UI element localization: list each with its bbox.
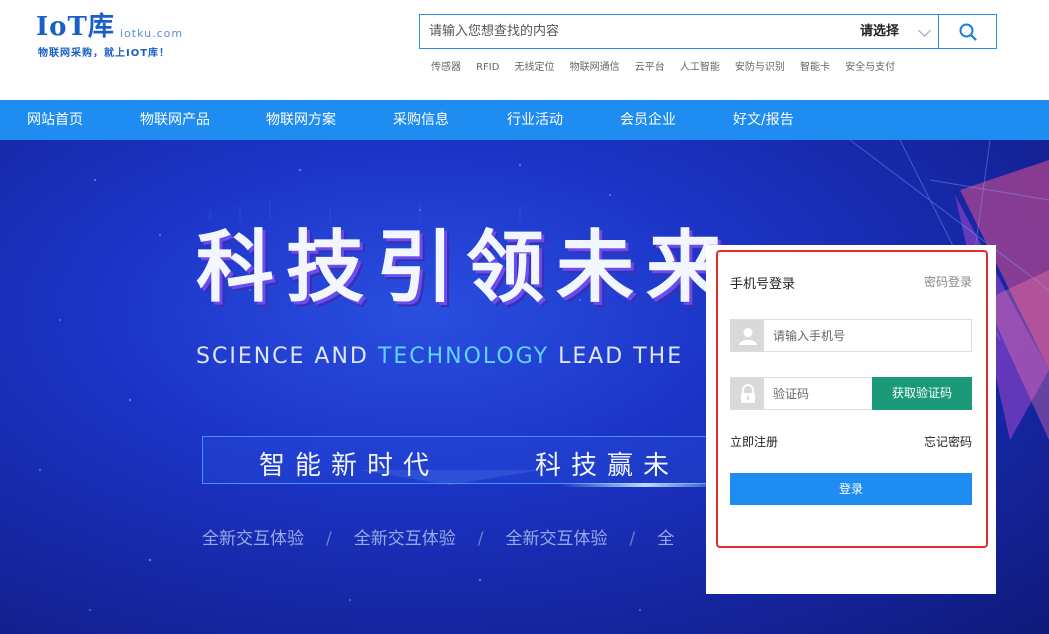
search-icon [959, 23, 977, 41]
hot-tag[interactable]: 物联网通信 [570, 62, 620, 73]
nav-item-products[interactable]: 物联网产品 [140, 100, 210, 140]
user-icon [731, 320, 764, 351]
page: IoT库 iotku.com 物联网采购，就上IOT库！ 请选择 传感器 RFI… [0, 0, 1049, 634]
banner-tagline-box: 智能新时代 科技赢未 [202, 436, 722, 484]
password-login-link[interactable]: 密码登录 [924, 273, 972, 290]
hot-tag[interactable]: 安防与识别 [735, 62, 785, 73]
site-logo[interactable]: IoT库 iotku.com 物联网采购，就上IOT库！ [36, 12, 196, 62]
login-button[interactable]: 登录 [730, 473, 972, 505]
hot-tag[interactable]: 安全与支付 [845, 62, 895, 73]
search-button[interactable] [938, 15, 996, 48]
logo-wordmark: IoT库 [36, 12, 115, 42]
search-category-label: 请选择 [860, 24, 900, 39]
register-link[interactable]: 立即注册 [730, 433, 778, 450]
banner-feature: 全新交互体验 [353, 529, 456, 549]
phone-input[interactable] [764, 320, 971, 351]
site-header: IoT库 iotku.com 物联网采购，就上IOT库！ 请选择 传感器 RFI… [0, 0, 1049, 100]
nav-item-home[interactable]: 网站首页 [27, 100, 83, 140]
nav-item-reports[interactable]: 好文/报告 [733, 100, 794, 140]
banner-tagline-1: 智能新时代 [259, 451, 440, 481]
get-code-button[interactable]: 获取验证码 [872, 377, 972, 410]
hot-search-tags: 传感器 RFID 无线定位 物联网通信 云平台 人工智能 安防与识别 智能卡 安… [431, 55, 905, 73]
hot-tag[interactable]: 传感器 [431, 62, 461, 73]
search-input[interactable] [420, 15, 850, 48]
hot-tag[interactable]: 智能卡 [800, 62, 830, 73]
phone-field [730, 319, 972, 352]
nav-item-events[interactable]: 行业活动 [507, 100, 563, 140]
code-field: 获取验证码 [730, 377, 972, 410]
banner-subtitle: SCIENCE AND TECHNOLOGY LEAD THE [196, 344, 683, 369]
banner-separator: / [629, 529, 636, 549]
login-panel: 手机号登录 密码登录 获取验证码 立即注册 忘记密码 [706, 245, 996, 594]
banner-separator: / [326, 529, 332, 549]
banner-subtitle-prefix: SCIENCE AND [196, 344, 378, 369]
hot-tag[interactable]: RFID [476, 62, 499, 73]
banner-feature: 全新交互体验 [202, 529, 304, 549]
hot-tag[interactable]: 无线定位 [515, 62, 555, 73]
logo-domain: iotku.com [120, 27, 184, 40]
banner-subtitle-accent: TECHNOLOGY [377, 344, 550, 369]
nav-item-procurement[interactable]: 采购信息 [393, 100, 449, 140]
chevron-down-icon [918, 24, 931, 37]
nav-item-solutions[interactable]: 物联网方案 [266, 100, 336, 140]
main-nav: 网站首页 物联网产品 物联网方案 采购信息 行业活动 会员企业 好文/报告 [0, 100, 1049, 140]
code-input[interactable] [764, 378, 871, 409]
banner-separator: / [477, 529, 484, 549]
banner-tagline-2: 科技赢未 [535, 451, 680, 481]
banner-features: 全新交互体验 / 全新交互体验 / 全新交互体验 / 全 [202, 524, 696, 549]
login-title: 手机号登录 [730, 277, 796, 292]
hot-tag[interactable]: 云平台 [635, 62, 665, 73]
logo-slogan: 物联网采购，就上IOT库！ [38, 48, 171, 59]
search-category-select[interactable]: 请选择 [860, 15, 938, 48]
forgot-password-link[interactable]: 忘记密码 [924, 433, 972, 450]
nav-item-members[interactable]: 会员企业 [620, 100, 676, 140]
banner-feature: 全 [657, 529, 675, 549]
lock-icon [731, 378, 764, 409]
banner-subtitle-suffix: LEAD THE [549, 344, 684, 369]
hot-tag[interactable]: 人工智能 [680, 62, 720, 73]
search-bar: 请选择 [419, 14, 997, 49]
banner-title: 科技引领未来 [196, 223, 737, 313]
banner-glow-line [560, 483, 730, 487]
banner-feature: 全新交互体验 [505, 529, 608, 549]
